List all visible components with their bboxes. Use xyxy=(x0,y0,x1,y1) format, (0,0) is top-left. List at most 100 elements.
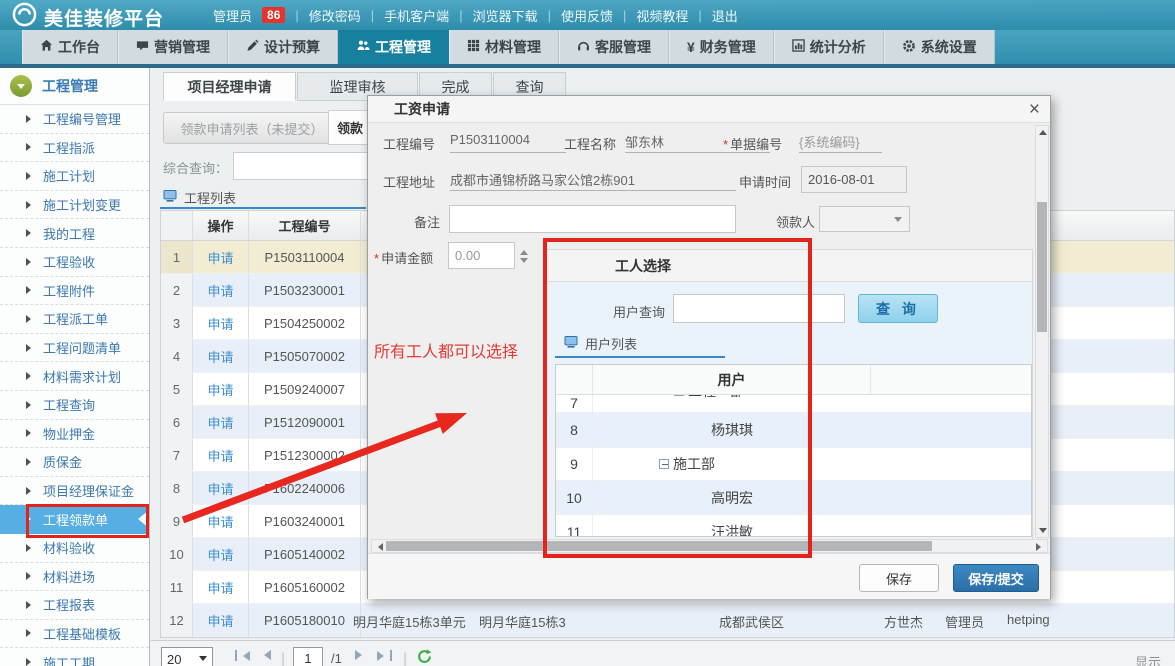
horizontal-scrollbar[interactable] xyxy=(371,539,1048,553)
tree-collapse-icon[interactable] xyxy=(659,459,669,469)
user-row[interactable]: 8 杨琪琪 xyxy=(556,413,1031,448)
arrow-icon xyxy=(26,487,35,495)
arrow-icon xyxy=(26,401,35,409)
nav-tab-finance[interactable]: ¥ 财务管理 xyxy=(669,30,774,64)
close-icon[interactable]: × xyxy=(1029,98,1040,122)
sidebar-item-property-deposit[interactable]: 物业押金 xyxy=(0,420,149,449)
sidebar-item-reports[interactable]: 工程报表 xyxy=(0,591,149,620)
amount-input[interactable] xyxy=(448,242,515,269)
apply-link[interactable]: 申请 xyxy=(193,505,249,537)
apply-link[interactable]: 申请 xyxy=(193,307,249,339)
arrow-icon xyxy=(26,258,35,266)
doc-label: *单据编号 xyxy=(723,134,782,153)
users-icon xyxy=(356,39,370,55)
last-page-button[interactable] xyxy=(377,650,392,661)
scrollbar-thumb[interactable] xyxy=(386,541,932,551)
user-query-button[interactable]: 查 询 xyxy=(858,294,938,323)
menu-logout[interactable]: 退出 xyxy=(712,6,738,25)
sidebar-item-construction-plan[interactable]: 施工计划 xyxy=(0,162,149,191)
tab-pm-application[interactable]: 项目经理申请 xyxy=(163,72,296,101)
menu-browser-download[interactable]: 浏览器下载 xyxy=(473,6,538,25)
page-size-select[interactable]: 20 xyxy=(161,647,213,666)
scroll-right-icon[interactable] xyxy=(1036,543,1045,551)
sidebar-item-engineering-dispatch[interactable]: 工程指派 xyxy=(0,134,149,163)
nav-tab-design-budget[interactable]: 设计预算 xyxy=(228,30,338,64)
sidebar-item-attachments[interactable]: 工程附件 xyxy=(0,277,149,306)
user-query-input[interactable] xyxy=(673,294,845,323)
collapse-circle-icon[interactable] xyxy=(10,75,32,97)
page-number-input[interactable] xyxy=(293,647,323,666)
prev-page-button[interactable] xyxy=(259,650,271,660)
user-list-title: 用户列表 xyxy=(564,334,637,353)
grid-icon xyxy=(467,39,480,55)
admin-link[interactable]: 管理员 xyxy=(213,6,252,25)
apply-link[interactable]: 申请 xyxy=(193,538,249,570)
apply-link[interactable]: 申请 xyxy=(193,439,249,471)
sidebar-item-project-query[interactable]: 工程查询 xyxy=(0,391,149,420)
nav-tab-statistics[interactable]: 统计分析 xyxy=(774,30,884,64)
scroll-up-icon[interactable] xyxy=(1039,130,1047,135)
scroll-left-icon[interactable] xyxy=(374,543,383,551)
user-row[interactable]: 7 工程一部 xyxy=(556,395,1031,413)
save-submit-button[interactable]: 保存/提交 xyxy=(953,564,1039,592)
refresh-icon[interactable] xyxy=(417,649,432,666)
first-page-button[interactable] xyxy=(235,650,250,661)
amount-spinner[interactable] xyxy=(520,246,528,267)
nav-tab-customer-service[interactable]: 客服管理 xyxy=(559,30,669,64)
nav-tab-materials[interactable]: 材料管理 xyxy=(449,30,559,64)
sidebar-item-pm-deposit[interactable]: 项目经理保证金 xyxy=(0,477,149,506)
apply-link[interactable]: 申请 xyxy=(193,472,249,504)
arrow-icon xyxy=(26,601,35,609)
remark-input[interactable] xyxy=(449,205,736,233)
next-page-button[interactable] xyxy=(355,650,367,660)
user-row[interactable]: 11 汪洪敏 xyxy=(556,515,1031,537)
menu-feedback[interactable]: 使用反馈 xyxy=(561,6,613,25)
sidebar-item-base-template[interactable]: 工程基础模板 xyxy=(0,620,149,649)
scrollbar-thumb[interactable] xyxy=(1037,202,1047,332)
arrow-icon xyxy=(26,544,35,552)
menu-change-password[interactable]: 修改密码 xyxy=(309,6,361,25)
sidebar-item-material-acceptance[interactable]: 材料验收 xyxy=(0,534,149,563)
vertical-scrollbar[interactable] xyxy=(1035,125,1049,538)
menu-mobile-client[interactable]: 手机客户端 xyxy=(384,6,449,25)
sidebar-item-construction-plan-change[interactable]: 施工计划变更 xyxy=(0,191,149,220)
save-button[interactable]: 保存 xyxy=(859,564,939,592)
sidebar-item-quality-deposit[interactable]: 质保金 xyxy=(0,448,149,477)
nav-tab-system-settings[interactable]: 系统设置 xyxy=(884,30,995,64)
annotation-text: 所有工人都可以选择 xyxy=(374,338,518,362)
sidebar-item-work-order[interactable]: 工程派工单 xyxy=(0,305,149,334)
sidebar-item-engineering-number-mgmt[interactable]: 工程编号管理 xyxy=(0,105,149,134)
notification-badge[interactable]: 86 xyxy=(262,7,285,23)
user-row[interactable]: 10 高明宏 xyxy=(556,481,1031,515)
apply-link[interactable]: 申请 xyxy=(193,340,249,372)
unsubmitted-list-button[interactable]: 领款申请列表（未提交） xyxy=(163,112,341,144)
tree-collapse-icon[interactable] xyxy=(674,395,684,396)
user-query-label: 用户查询 xyxy=(613,302,665,321)
apply-link[interactable]: 申请 xyxy=(193,604,249,636)
menu-video-tutorial[interactable]: 视频教程 xyxy=(636,6,688,25)
sidebar-item-my-projects[interactable]: 我的工程 xyxy=(0,219,149,248)
sidebar-item-construction-period[interactable]: 施工工期 xyxy=(0,648,149,666)
sidebar-item-payment-request[interactable]: 工程领款单 xyxy=(0,505,149,534)
nav-tab-engineering[interactable]: 工程管理 xyxy=(338,30,449,64)
table-row[interactable]: 12 申请 P1605180010 明月华庭15栋3单元 明月华庭15栋3 成都… xyxy=(161,604,1174,637)
apply-link[interactable]: 申请 xyxy=(193,406,249,438)
apply-link[interactable]: 申请 xyxy=(193,373,249,405)
sidebar-item-acceptance[interactable]: 工程验收 xyxy=(0,248,149,277)
nav-tab-marketing[interactable]: 营销管理 xyxy=(118,30,228,64)
apply-time-input[interactable] xyxy=(801,166,907,193)
nav-tab-workbench[interactable]: 工作台 xyxy=(22,30,118,64)
user-row[interactable]: 9 施工部 xyxy=(556,448,1031,481)
sidebar-item-material-demand-plan[interactable]: 材料需求计划 xyxy=(0,362,149,391)
pagination-bar: 20 | /1 | xyxy=(151,640,1175,666)
sidebar-item-material-entry[interactable]: 材料进场 xyxy=(0,563,149,592)
payee-select[interactable] xyxy=(819,206,910,232)
sidebar-header[interactable]: 工程管理 xyxy=(0,68,149,105)
apply-link[interactable]: 申请 xyxy=(193,241,249,273)
apply-link[interactable]: 申请 xyxy=(193,274,249,306)
scroll-down-icon[interactable] xyxy=(1039,528,1047,533)
sidebar-item-issue-list[interactable]: 工程问题清单 xyxy=(0,334,149,363)
apply-link[interactable]: 申请 xyxy=(193,571,249,603)
arrow-icon xyxy=(26,344,35,352)
arrow-icon xyxy=(26,143,35,151)
